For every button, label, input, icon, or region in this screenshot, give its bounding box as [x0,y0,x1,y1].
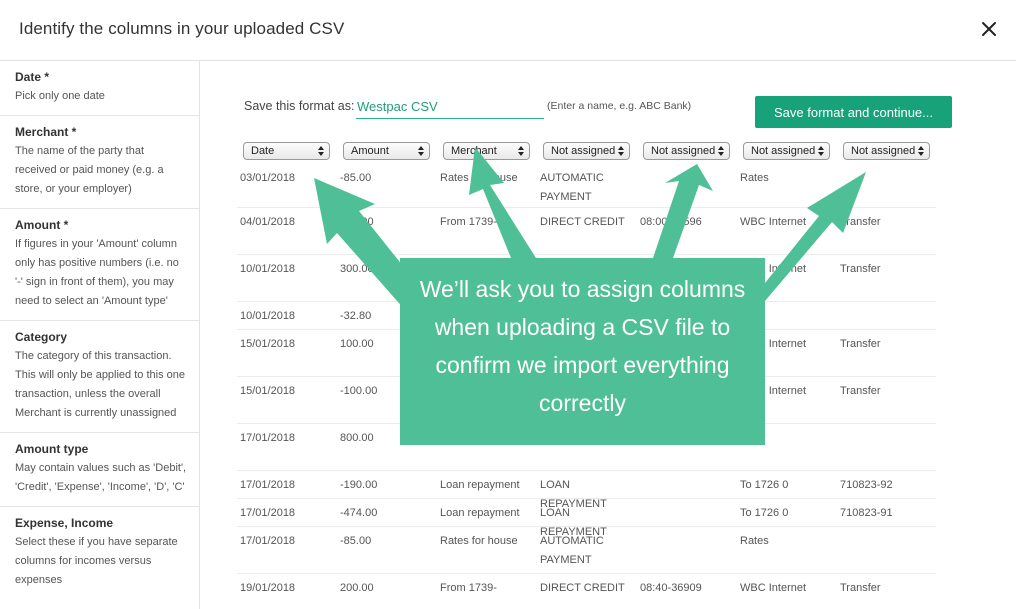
table-cell: DIRECT CREDIT [540,216,625,228]
table-cell: Rates for house [440,172,518,184]
table-row: 03/01/2018 -85.00 Rates for house AUTOMATIC… [237,164,936,208]
sidebar-item-desc: Select these if you have separate column… [15,536,178,586]
sidebar-item-category: Category The category of this transactio… [0,321,199,433]
table-cell: 17/01/2018 [240,479,296,491]
sidebar-item-title: Amount * [15,218,69,232]
sidebar-item-merchant: Merchant * The name of the party that re… [0,116,199,209]
onboarding-callout: We’ll ask you to assign columns when upl… [400,258,765,445]
column-select-6[interactable]: Not assigned [743,142,830,160]
table-cell: Rates [740,535,769,547]
table-cell: To 1726 0 [740,507,789,519]
save-format-button[interactable]: Save format and continue... [755,96,952,128]
table-cell: Transfer [840,385,881,397]
column-select-value: Merchant [451,145,497,157]
table-cell: To 1726 0 [740,479,789,491]
column-select-value: Date [251,145,275,157]
table-cell: 03/01/2018 [240,172,296,184]
sidebar-item-title: Merchant * [15,125,77,139]
column-select-2[interactable]: Amount [343,142,430,160]
table-cell: WBC Internet [740,582,807,594]
column-select-3[interactable]: Merchant [443,142,530,160]
table-cell: Loan repayment [440,507,520,519]
select-arrows-icon [918,146,924,156]
close-icon[interactable] [976,16,1002,42]
sidebar-item-desc: May contain values such as 'Debit', 'Cre… [15,462,187,493]
sidebar-item-title: Category [15,330,68,344]
table-cell: Loan repayment [440,479,520,491]
table-cell: 04/01/2018 [240,216,296,228]
column-select-5[interactable]: Not assigned [643,142,730,160]
table-cell: Transfer [840,582,881,594]
table-cell: AUTOMATIC PAYMENT [540,535,604,566]
table-cell: DIRECT CREDIT [540,582,625,594]
table-cell: WBC Internet [740,216,807,228]
table-cell: 200.00 [340,582,374,594]
sidebar-item-desc: If figures in your 'Amount' column only … [15,238,179,307]
sidebar-item-date: Date * Pick only one date [0,61,199,116]
modal-header: Identify the columns in your uploaded CS… [0,0,1016,61]
table-cell: 17/01/2018 [240,535,296,547]
select-arrows-icon [418,146,424,156]
table-cell: 08:40-36909 [640,582,702,594]
sidebar-item-title: Expense, Income [15,516,114,530]
table-cell: 15/01/2018 [240,338,296,350]
table-cell: From 1739- [440,216,497,228]
column-select-1[interactable]: Date [243,142,330,160]
table-cell: Rates for house [440,535,518,547]
table-cell: -85.00 [340,172,372,184]
table-cell: Rates [740,172,769,184]
sidebar-item-amount-type: Amount type May contain values such as '… [0,433,199,507]
column-select-4[interactable]: Not assigned [543,142,630,160]
format-name-hint: (Enter a name, e.g. ABC Bank) [547,100,692,112]
table-cell: Transfer [840,216,881,228]
table-cell: -190.00 [340,479,378,491]
table-row: 17/01/2018 -85.00 Rates for house AUTOMATIC… [237,527,936,574]
table-cell: 200.00 [340,216,374,228]
column-select-value: Not assigned [851,145,916,157]
table-cell: 17/01/2018 [240,507,296,519]
table-cell: From 1739- [440,582,497,594]
table-row: 17/01/2018 -190.00 Loan repayment LOAN REPA… [237,471,936,510]
table-cell: AUTOMATIC PAYMENT [540,172,604,203]
table-cell: 15/01/2018 [240,385,296,397]
column-select-value: Not assigned [651,145,716,157]
table-cell: 710823-92 [840,479,893,491]
column-select-7[interactable]: Not assigned [843,142,930,160]
sidebar-item-amount: Amount * If figures in your 'Amount' col… [0,209,199,321]
table-cell: 710823-91 [840,507,893,519]
sidebar-item-expense-income: Expense, Income Select these if you have… [0,507,199,609]
table-cell: 17/01/2018 [240,432,296,444]
select-arrows-icon [618,146,624,156]
select-arrows-icon [518,146,524,156]
sidebar-item-title: Amount type [15,442,89,456]
select-arrows-icon [718,146,724,156]
csv-mapping-panel: Save this format as: (Enter a name, e.g.… [201,61,1016,609]
column-select-value: Not assigned [551,145,616,157]
sidebar-item-desc: Pick only one date [15,90,105,102]
table-cell: 19/01/2018 [240,582,296,594]
table-row: 17/01/2018 -474.00 Loan repayment LOAN REPA… [237,499,936,538]
format-name-label: Save this format as: [244,99,355,113]
table-cell: 08:00-54596 [640,216,702,228]
table-cell: 10/01/2018 [240,310,296,322]
table-row: 19/01/2018 200.00 From 1739- DIRECT CREDIT 0… [237,574,936,609]
sidebar-item-desc: The name of the party that received or p… [15,145,164,195]
sidebar-item-title: Date * [15,70,50,84]
column-select-value: Not assigned [751,145,816,157]
select-arrows-icon [818,146,824,156]
column-help-sidebar: Date * Pick only one date Merchant * The… [0,61,200,609]
table-cell: -85.00 [340,535,372,547]
modal-title: Identify the columns in your uploaded CS… [19,19,345,38]
table-cell: Transfer [840,338,881,350]
column-select-value: Amount [351,145,389,157]
format-name-input[interactable] [356,94,544,119]
table-cell: 10/01/2018 [240,263,296,275]
select-arrows-icon [318,146,324,156]
table-cell: Transfer [840,263,881,275]
table-cell: -474.00 [340,507,378,519]
table-row: 04/01/2018 200.00 From 1739- DIRECT CREDIT 0… [237,208,936,255]
sidebar-item-desc: The category of this transaction. This w… [15,350,185,419]
